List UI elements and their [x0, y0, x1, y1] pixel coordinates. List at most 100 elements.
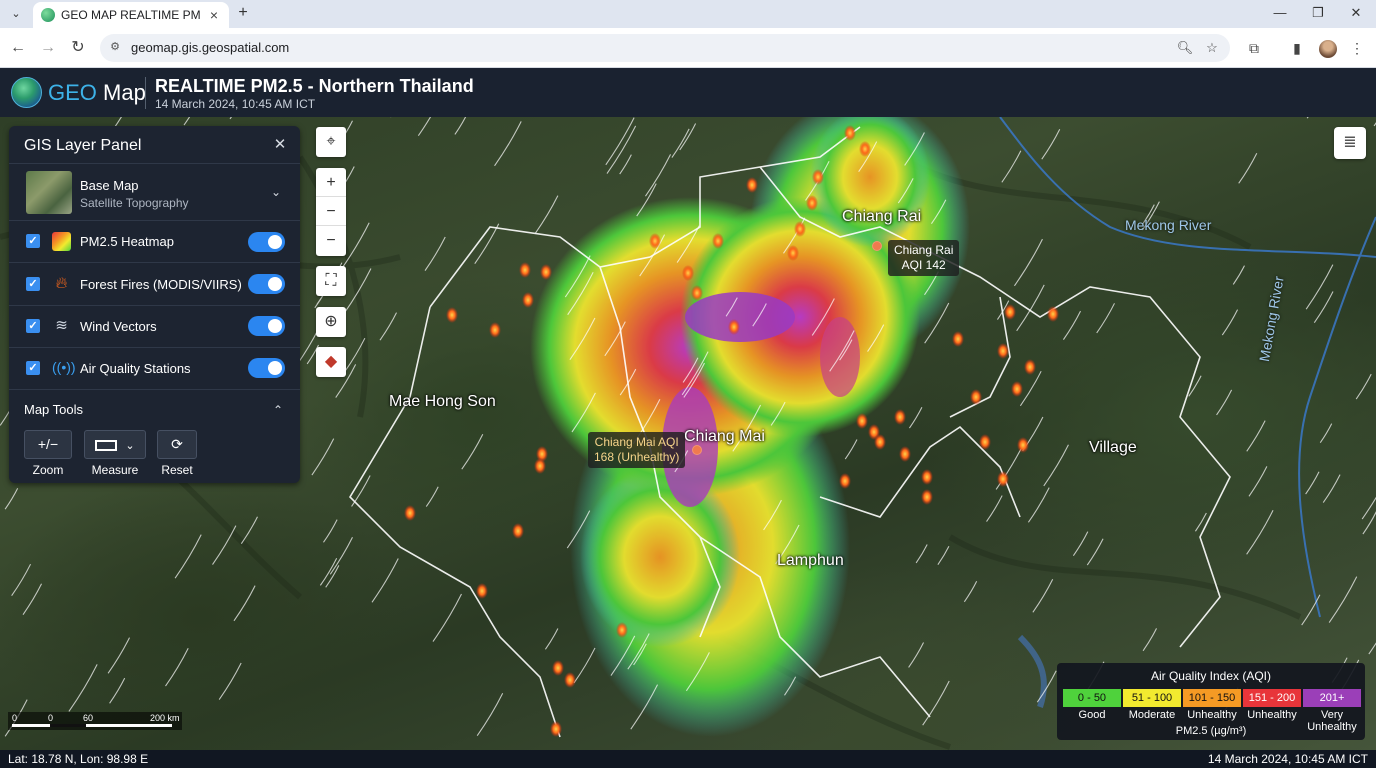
fire-marker	[844, 125, 856, 141]
fire-marker	[1004, 304, 1016, 320]
minimize-icon[interactable]: —	[1265, 3, 1295, 23]
layers-button[interactable]: ≣	[1334, 127, 1366, 159]
app-logo[interactable]: GEO Map	[48, 80, 146, 106]
fullscreen-icon: ⛶	[325, 272, 337, 289]
address-bar: ← → ↻ ⚙ geomap.gis.geospatial.com 🔍︎ ☆ ⧉…	[0, 28, 1376, 68]
wind-streamline	[937, 546, 950, 565]
profile-avatar[interactable]	[1319, 40, 1337, 58]
fire-marker	[712, 233, 724, 249]
browser-menu-icon[interactable]: ⋮	[1346, 37, 1368, 59]
zoom-out-alt-button[interactable]: −	[316, 226, 346, 255]
back-icon[interactable]: ←	[7, 37, 29, 59]
reset-tool-caption: Reset	[161, 463, 193, 477]
window-close-icon[interactable]: ✕	[1341, 3, 1371, 23]
checkbox-air-quality-stations[interactable]: ✓	[26, 361, 40, 375]
zoom-tool-button[interactable]: +/−	[24, 430, 72, 459]
legend-category: Moderate	[1128, 709, 1176, 721]
page-subtitle: 14 March 2024, 10:45 AM ICT	[155, 97, 316, 111]
checkbox-wind-vectors[interactable]: ✓	[26, 319, 40, 333]
url-field[interactable]: ⚙ geomap.gis.geospatial.com 🔍︎ ☆	[100, 34, 1230, 62]
fire-marker	[1047, 306, 1059, 322]
wind-streamline	[1246, 420, 1266, 452]
wind-streamline	[424, 236, 446, 271]
fire-marker	[921, 489, 933, 505]
maximize-icon[interactable]: ❐	[1303, 3, 1333, 23]
wind-streamline	[1043, 444, 1069, 487]
status-timestamp: 14 March 2024, 10:45 AM ICT	[1207, 752, 1368, 766]
compass-button[interactable]: ◆	[316, 347, 346, 377]
tab-search-icon[interactable]: ⌄	[6, 5, 26, 23]
wind-streamline	[311, 438, 335, 476]
wind-streamline	[109, 677, 126, 704]
fire-marker	[746, 177, 758, 193]
wind-streamline	[844, 439, 858, 460]
fire-marker	[512, 523, 524, 539]
bookmark-star-icon[interactable]: ☆	[1202, 38, 1222, 58]
wind-streamline	[1062, 310, 1082, 340]
wind-streamline	[1305, 471, 1320, 495]
toggle-pm25-heatmap[interactable]	[248, 232, 285, 252]
page-zoom-icon[interactable]: 🔍︎	[1175, 38, 1195, 58]
wind-streamline	[1041, 129, 1061, 160]
fire-marker	[894, 409, 906, 425]
browser-tab[interactable]: GEO MAP REALTIME PM2.5 - Northern Thaila…	[33, 2, 229, 28]
new-tab-icon[interactable]: +	[233, 3, 253, 23]
fire-marker	[446, 307, 458, 323]
close-icon[interactable]: ✕	[271, 136, 289, 154]
wind-streamline	[68, 664, 98, 712]
callout-chiang-rai-aqi: AQI 142	[901, 258, 946, 272]
checkbox-pm25-heatmap[interactable]: ✓	[26, 234, 40, 248]
measure-tool-button[interactable]: ⌄	[84, 430, 146, 459]
fullscreen-button[interactable]: ⛶	[316, 266, 346, 296]
side-panel-icon[interactable]: ▮	[1286, 37, 1308, 59]
chevron-up-icon[interactable]: ⌃	[270, 402, 286, 418]
chevron-down-icon[interactable]: ⌄	[268, 184, 284, 200]
header-divider	[145, 77, 146, 109]
aq-station-chiang-rai[interactable]	[872, 241, 882, 251]
layer-label-pm25: PM2.5 Heatmap	[80, 234, 174, 249]
chevron-down-icon: ⌄	[125, 440, 135, 452]
reset-tool-button[interactable]: ⟳	[157, 430, 197, 459]
river-label-mekong: Mekong River	[1125, 217, 1212, 233]
toggle-air-quality-stations[interactable]	[248, 358, 285, 378]
scale-segment	[50, 724, 86, 727]
site-info-icon[interactable]: ⚙	[108, 40, 122, 54]
tab-close-icon[interactable]: ×	[205, 6, 223, 24]
wind-streamline	[1142, 628, 1158, 652]
fire-marker	[540, 264, 552, 280]
aq-station-chiang-mai[interactable]	[692, 445, 702, 455]
zoom-in-button[interactable]: +	[316, 168, 346, 197]
callout-chiang-mai: Chiang Mai AQI 168 (Unhealthy)	[588, 432, 686, 468]
tab-title: GEO MAP REALTIME PM2.5 - Northern Thaila…	[61, 8, 201, 22]
wind-streamline	[1013, 238, 1043, 287]
forward-icon[interactable]: →	[37, 37, 59, 59]
reload-icon[interactable]: ↻	[67, 37, 89, 59]
fire-marker	[519, 262, 531, 278]
wind-streamline	[371, 558, 399, 603]
wind-streamline	[174, 534, 202, 579]
panel-divider	[9, 163, 300, 164]
fire-marker	[552, 660, 564, 676]
fire-marker	[476, 583, 488, 599]
extensions-icon[interactable]: ⧉	[1243, 37, 1265, 59]
wind-streamline	[963, 581, 978, 603]
checkbox-forest-fires[interactable]: ✓	[26, 277, 40, 291]
wind-streamline	[425, 486, 439, 507]
wind-streamline	[229, 117, 232, 120]
zoom-out-button[interactable]: −	[316, 197, 346, 226]
wind-streamline	[1221, 309, 1239, 336]
zoom-to-area-button[interactable]: ⊕	[316, 307, 346, 337]
legend-unit: PM2.5 (µg/m³)	[1175, 725, 1247, 737]
fire-marker	[839, 473, 851, 489]
toggle-forest-fires[interactable]	[248, 274, 285, 294]
wind-streamline	[915, 544, 928, 564]
scale-bar: 0 0 60 200 km	[8, 712, 182, 730]
fire-marker	[1011, 381, 1023, 397]
legend-title: Air Quality Index (AQI)	[1150, 669, 1272, 683]
toggle-wind-vectors[interactable]	[248, 316, 285, 336]
locate-button[interactable]: ⌖	[316, 127, 346, 157]
legend-range: 101 - 150	[1183, 689, 1241, 707]
wind-streamline	[11, 563, 32, 597]
wind-streamline	[1305, 264, 1334, 310]
wind-streamline	[1322, 474, 1341, 503]
